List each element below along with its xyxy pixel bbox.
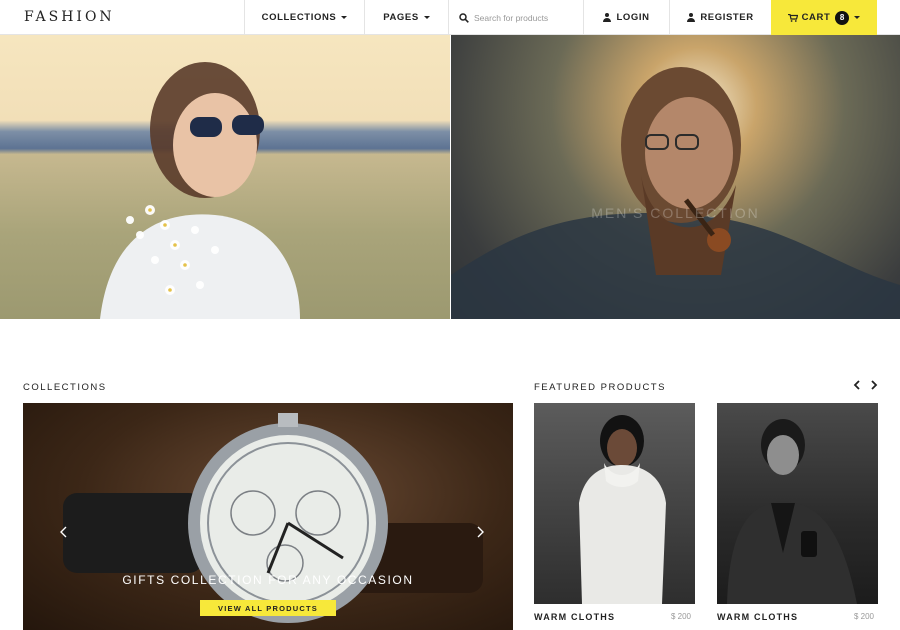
caret-down-icon	[423, 16, 430, 19]
product-image[interactable]	[534, 403, 695, 604]
nav-pages-dropdown[interactable]: PAGES	[364, 0, 448, 35]
hero-men-banner[interactable]: MEN'S COLLECTION	[451, 35, 900, 319]
cart-count-badge: 8	[835, 10, 850, 25]
hero-men-caption: MEN'S COLLECTION	[591, 205, 760, 221]
top-navbar: FASHION COLLECTIONS PAGES LOGIN REGISTER	[0, 0, 900, 35]
nav-collections-label: COLLECTIONS	[261, 12, 337, 23]
search-input[interactable]	[474, 12, 579, 23]
caret-down-icon	[854, 16, 861, 19]
cart-label: CART	[801, 12, 831, 23]
user-icon	[687, 13, 696, 22]
product-name[interactable]: WARM CLOTHS	[717, 612, 798, 622]
featured-prev-arrow-icon[interactable]	[850, 378, 864, 392]
product-card[interactable]: WARM CLOTHS $ 200	[717, 403, 878, 622]
slide-prev-arrow-icon[interactable]	[57, 525, 71, 539]
search-icon[interactable]	[459, 12, 469, 23]
featured-products-heading: FEATURED PRODUCTS	[534, 382, 666, 393]
login-label: LOGIN	[616, 12, 650, 23]
collection-slider: GIFTS COLLECTION FOR ANY OCCASION VIEW A…	[23, 403, 513, 630]
search-box	[448, 0, 583, 35]
login-link[interactable]: LOGIN	[583, 0, 669, 35]
cart-icon	[787, 13, 798, 22]
view-all-products-button[interactable]: VIEW ALL PRODUCTS	[200, 600, 336, 616]
nav-collections-dropdown[interactable]: COLLECTIONS	[244, 0, 364, 35]
product-card[interactable]: WARM CLOTHS $ 200	[534, 403, 695, 622]
caret-down-icon	[341, 16, 348, 19]
hero-women-banner[interactable]	[0, 35, 450, 319]
product-name[interactable]: WARM CLOTHS	[534, 612, 615, 622]
slide-next-arrow-icon[interactable]	[473, 525, 487, 539]
slide-caption: GIFTS COLLECTION FOR ANY OCCASION	[122, 573, 414, 587]
product-price: $ 200	[853, 612, 874, 621]
product-price: $ 200	[670, 612, 691, 621]
cart-dropdown[interactable]: CART 8	[771, 0, 877, 35]
register-label: REGISTER	[700, 12, 754, 23]
user-icon	[603, 13, 612, 22]
featured-next-arrow-icon[interactable]	[867, 378, 881, 392]
collections-heading: COLLECTIONS	[23, 382, 107, 393]
hero-men-photo	[451, 67, 900, 319]
register-link[interactable]: REGISTER	[669, 0, 771, 35]
nav-pages-label: PAGES	[383, 12, 419, 23]
hero-women-photo	[100, 62, 300, 319]
brand-logo[interactable]: FASHION	[24, 9, 115, 25]
watch-photo	[63, 413, 483, 623]
product-image[interactable]	[717, 403, 878, 604]
